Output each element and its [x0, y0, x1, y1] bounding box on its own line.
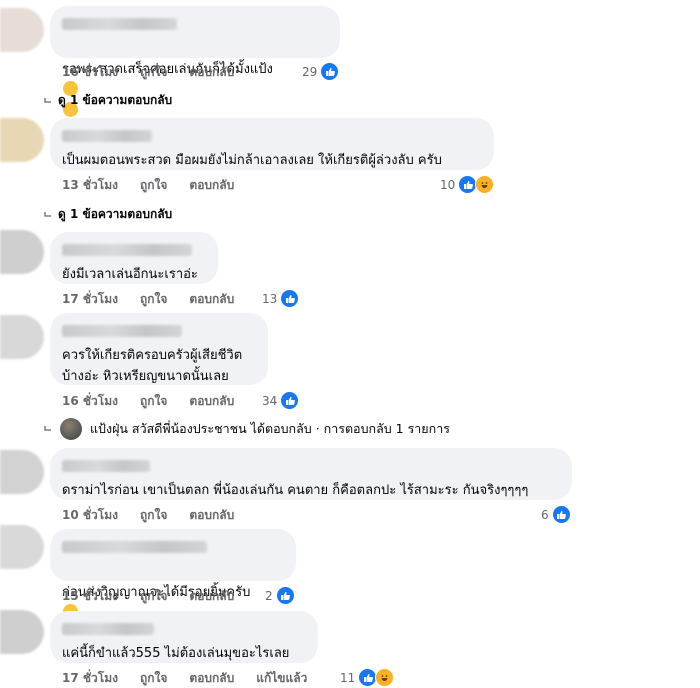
avatar-column: [0, 0, 44, 685]
comment-bubble: ยังมีเวลาเล่นอีกนะเราอ่ะ: [50, 232, 218, 284]
like-icon: [320, 62, 340, 81]
comment-bubble: ก่อนส่งวิญญาณจะได้มีรอยยิ้มครับ: [50, 529, 296, 619]
reaction-summary[interactable]: 11: [340, 668, 395, 687]
edited-label[interactable]: แก้ไขแล้ว: [256, 669, 307, 688]
like-button[interactable]: ถูกใจ: [140, 63, 167, 82]
avatar[interactable]: [0, 230, 44, 274]
commenter-name-redacted[interactable]: [62, 244, 192, 256]
reaction-summary[interactable]: 13: [262, 289, 300, 308]
commenter-name-redacted[interactable]: [62, 460, 150, 472]
avatar[interactable]: [0, 8, 44, 52]
reply-button[interactable]: ตอบกลับ: [189, 176, 234, 195]
comment-actions: 16 ชั่วโมง ถูกใจ ตอบกลับ: [62, 392, 234, 411]
comment-time[interactable]: 13 ชั่วโมง: [62, 176, 118, 195]
comment-bubble: ดราม่าไรก่อน เขาเป็นตลก พี่น้องเล่นกัน ค…: [50, 448, 572, 500]
comment-text: แค่นี้ก็ขำแล้ว555 ไม่ต้องเล่นมุขอะไรเลย: [62, 646, 290, 661]
avatar[interactable]: [0, 315, 44, 359]
comment-bubble: รอพระสวดเสร็จค่อยเล่นกันก็ได้มั้งแป้ง: [50, 6, 340, 117]
comment-actions: 10 ชั่วโมง ถูกใจ ตอบกลับ: [62, 506, 234, 525]
like-button[interactable]: ถูกใจ: [140, 176, 167, 195]
reply-button[interactable]: ตอบกลับ: [189, 290, 234, 309]
commenter-name-redacted[interactable]: [62, 18, 177, 30]
reaction-count: 11: [340, 670, 356, 685]
comment-actions: 17 ชั่วโมง ถูกใจ ตอบกลับ: [62, 290, 234, 309]
like-icon: [275, 586, 295, 605]
avatar[interactable]: [0, 450, 44, 494]
like-button[interactable]: ถูกใจ: [140, 669, 167, 688]
reply-arrow-icon: [44, 97, 51, 103]
reaction-summary[interactable]: 10: [440, 175, 495, 194]
comment-time[interactable]: 17 ชั่วโมง: [62, 669, 118, 688]
reaction-count: 13: [262, 291, 278, 306]
comment-time[interactable]: 17 ชั่วโมง: [62, 290, 118, 309]
commenter-name-redacted[interactable]: [62, 130, 152, 142]
like-icon: [551, 505, 571, 524]
view-replies-link[interactable]: ดู 1 ข้อความตอบกลับ: [44, 205, 172, 224]
commenter-name-redacted[interactable]: [62, 325, 182, 337]
reply-button[interactable]: ตอบกลับ: [189, 63, 234, 82]
reaction-summary[interactable]: 2: [265, 586, 295, 605]
comment-bubble: ควรให้เกียรติครอบครัวผู้เสียชีวิต บ้างอ่…: [50, 313, 268, 385]
reaction-count: 34: [262, 393, 278, 408]
comment-text: ยังมีเวลาเล่นอีกนะเราอ่ะ: [62, 267, 198, 282]
view-replies-label: ดู 1 ข้อความตอบกลับ: [58, 93, 173, 107]
commenter-name-redacted[interactable]: [62, 541, 207, 553]
comment-actions: 15 ชั่วโมง ถูกใจ ตอบกลับ: [62, 587, 234, 606]
reaction-summary[interactable]: 6: [541, 505, 571, 524]
comment-time[interactable]: 16 ชั่วโมง: [62, 392, 118, 411]
like-button[interactable]: ถูกใจ: [140, 392, 167, 411]
haha-icon: [375, 668, 395, 687]
comment-actions: 13 ชั่วโมง ถูกใจ ตอบกลับ: [62, 176, 234, 195]
reaction-count: 10: [440, 177, 456, 192]
reaction-summary[interactable]: 29: [302, 62, 340, 81]
like-button[interactable]: ถูกใจ: [140, 290, 167, 309]
comment-actions: 17 ชั่วโมง ถูกใจ ตอบกลับ แก้ไขแล้ว: [62, 669, 307, 688]
reply-arrow-icon: [44, 211, 51, 217]
comment-text: ควรให้เกียรติครอบครัวผู้เสียชีวิต บ้างอ่…: [62, 348, 243, 384]
comment-time[interactable]: 16 ชั่วโมง: [62, 63, 118, 82]
haha-icon: [475, 175, 495, 194]
reply-button[interactable]: ตอบกลับ: [189, 587, 234, 606]
like-icon: [280, 391, 300, 410]
avatar[interactable]: [0, 610, 44, 654]
comment-time[interactable]: 15 ชั่วโมง: [62, 587, 118, 606]
reaction-count: 2: [265, 588, 273, 603]
avatar[interactable]: [0, 118, 44, 162]
comment-text: เป็นผมตอนพระสวด มือผมยังไม่กล้าเอาลงเลย …: [62, 153, 442, 168]
comment-time[interactable]: 10 ชั่วโมง: [62, 506, 118, 525]
like-button[interactable]: ถูกใจ: [140, 587, 167, 606]
comment-bubble: เป็นผมตอนพระสวด มือผมยังไม่กล้าเอาลงเลย …: [50, 118, 494, 170]
commenter-name-redacted[interactable]: [62, 623, 154, 635]
like-button[interactable]: ถูกใจ: [140, 506, 167, 525]
reply-preview-row[interactable]: แป้งฝุ่น สวัสดีพี่น้องประชาชน ได้ตอบกลับ…: [44, 418, 450, 440]
view-replies-link[interactable]: ดู 1 ข้อความตอบกลับ: [44, 91, 172, 110]
reaction-summary[interactable]: 34: [262, 391, 300, 410]
avatar[interactable]: [0, 525, 44, 569]
comment-text: ดราม่าไรก่อน เขาเป็นตลก พี่น้องเล่นกัน ค…: [62, 483, 529, 498]
reply-avatar[interactable]: [60, 418, 82, 440]
comment-actions: 16 ชั่วโมง ถูกใจ ตอบกลับ: [62, 63, 234, 82]
reply-preview-text: แป้งฝุ่น สวัสดีพี่น้องประชาชน ได้ตอบกลับ…: [90, 421, 450, 436]
reply-arrow-icon: [44, 426, 51, 431]
comment-bubble: แค่นี้ก็ขำแล้ว555 ไม่ต้องเล่นมุขอะไรเลย: [50, 611, 318, 663]
reply-button[interactable]: ตอบกลับ: [189, 392, 234, 411]
reply-button[interactable]: ตอบกลับ: [189, 669, 234, 688]
reply-button[interactable]: ตอบกลับ: [189, 506, 234, 525]
like-icon: [280, 289, 300, 308]
reaction-count: 6: [541, 507, 549, 522]
view-replies-label: ดู 1 ข้อความตอบกลับ: [58, 207, 173, 221]
reaction-count: 29: [302, 64, 318, 79]
